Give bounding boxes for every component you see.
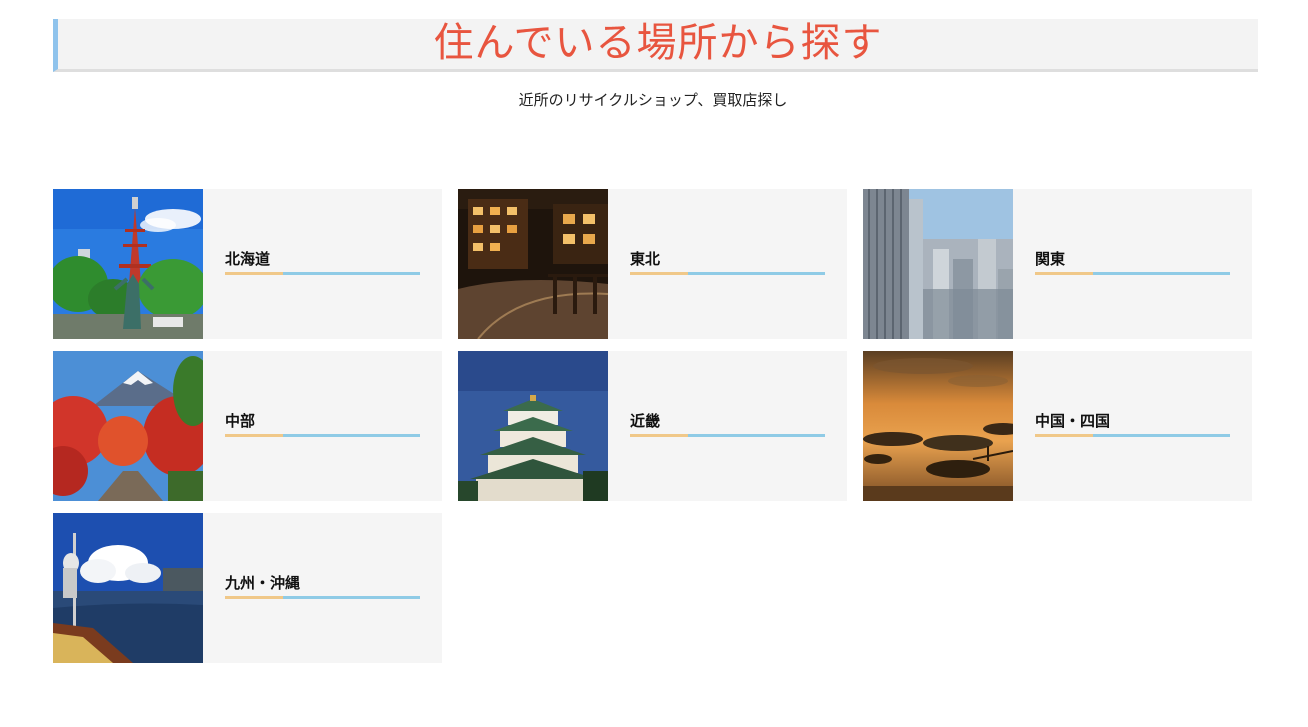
region-card-kyushu-okinawa[interactable]: 九州・沖縄 bbox=[53, 513, 442, 663]
label-underline bbox=[1035, 272, 1230, 275]
region-thumbnail-hokkaido bbox=[53, 189, 203, 339]
region-thumbnail-tohoku bbox=[458, 189, 608, 339]
label-underline bbox=[225, 434, 420, 437]
region-label: 九州・沖縄 bbox=[225, 574, 301, 592]
label-underline bbox=[630, 272, 825, 275]
region-label: 東北 bbox=[630, 250, 661, 268]
page: 住んでいる場所から探す 近所のリサイクルショップ、買取店探し 北海道 東北 関東… bbox=[0, 0, 1308, 727]
region-thumbnail-kinki bbox=[458, 351, 608, 501]
label-underline bbox=[225, 596, 420, 599]
label-underline bbox=[630, 434, 825, 437]
region-thumbnail-chubu bbox=[53, 351, 203, 501]
label-underline bbox=[1035, 434, 1230, 437]
region-thumbnail-kanto bbox=[863, 189, 1013, 339]
region-label: 近畿 bbox=[630, 412, 661, 430]
region-card-chubu[interactable]: 中部 bbox=[53, 351, 442, 501]
label-underline bbox=[225, 272, 420, 275]
region-card-kanto[interactable]: 関東 bbox=[863, 189, 1252, 339]
region-thumbnail-kyushu-okinawa bbox=[53, 513, 203, 663]
section-heading: 住んでいる場所から探す bbox=[53, 19, 1258, 72]
region-card-tohoku[interactable]: 東北 bbox=[458, 189, 847, 339]
region-card-chugoku-shikoku[interactable]: 中国・四国 bbox=[863, 351, 1252, 501]
region-label: 北海道 bbox=[225, 250, 271, 268]
region-card-kinki[interactable]: 近畿 bbox=[458, 351, 847, 501]
region-label: 中部 bbox=[225, 412, 256, 430]
region-thumbnail-chugoku-shikoku bbox=[863, 351, 1013, 501]
region-card-hokkaido[interactable]: 北海道 bbox=[53, 189, 442, 339]
region-label: 中国・四国 bbox=[1035, 412, 1111, 430]
page-subtitle: 近所のリサイクルショップ、買取店探し bbox=[518, 91, 788, 109]
page-title: 住んでいる場所から探す bbox=[433, 20, 883, 66]
region-label: 関東 bbox=[1035, 250, 1066, 268]
